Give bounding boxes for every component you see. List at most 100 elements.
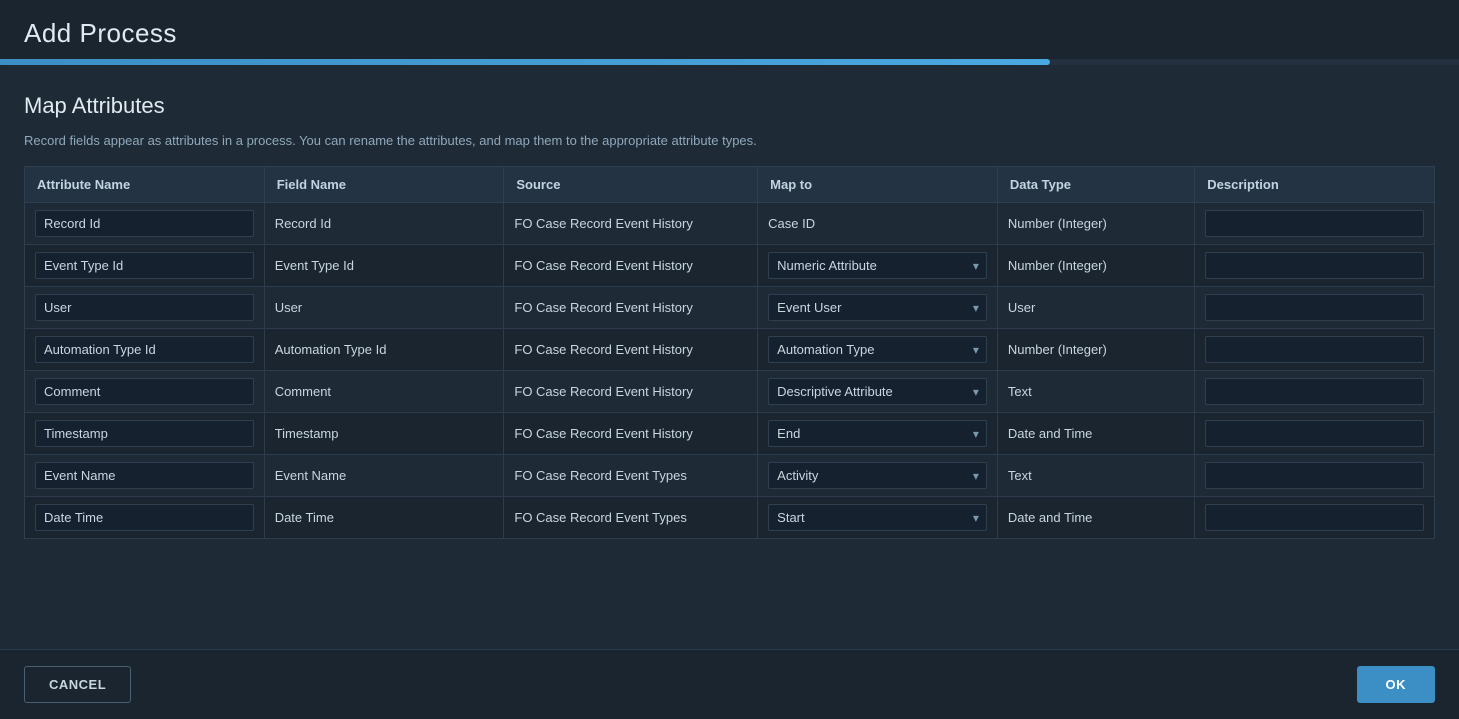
table-row: Record IdFO Case Record Event HistoryCas… <box>25 203 1435 245</box>
map-to-select-wrapper-1: Numeric AttributeCase IDEvent UserAutoma… <box>768 252 987 279</box>
title-bar: Add Process <box>0 0 1459 59</box>
cell-map-to-4: Descriptive AttributeCase IDNumeric Attr… <box>758 371 998 413</box>
cell-attr-name-5 <box>25 413 265 455</box>
table-body: Record IdFO Case Record Event HistoryCas… <box>25 203 1435 539</box>
cell-data-type-6: Text <box>997 455 1194 497</box>
description-input-5[interactable] <box>1205 420 1424 447</box>
attr-name-input-0[interactable] <box>35 210 254 237</box>
attr-name-input-4[interactable] <box>35 378 254 405</box>
col-header-map-to: Map to <box>758 167 998 203</box>
cell-data-type-1: Number (Integer) <box>997 245 1194 287</box>
cell-map-to-7: StartCase IDNumeric AttributeEvent UserA… <box>758 497 998 539</box>
cell-data-type-7: Date and Time <box>997 497 1194 539</box>
table-row: TimestampFO Case Record Event History End… <box>25 413 1435 455</box>
cell-attr-name-1 <box>25 245 265 287</box>
map-to-select-6[interactable]: ActivityCase IDNumeric AttributeEvent Us… <box>768 462 987 489</box>
col-header-description: Description <box>1195 167 1435 203</box>
table-row: Event NameFO Case Record Event Types Acti… <box>25 455 1435 497</box>
description-input-1[interactable] <box>1205 252 1424 279</box>
description-input-2[interactable] <box>1205 294 1424 321</box>
cell-attr-name-6 <box>25 455 265 497</box>
description-input-4[interactable] <box>1205 378 1424 405</box>
description-input-6[interactable] <box>1205 462 1424 489</box>
description-input-7[interactable] <box>1205 504 1424 531</box>
cell-description-0 <box>1195 203 1435 245</box>
cell-description-1 <box>1195 245 1435 287</box>
col-header-field-name: Field Name <box>264 167 504 203</box>
map-to-select-wrapper-4: Descriptive AttributeCase IDNumeric Attr… <box>768 378 987 405</box>
cell-source-5: FO Case Record Event History <box>504 413 758 455</box>
cell-description-7 <box>1195 497 1435 539</box>
cell-description-3 <box>1195 329 1435 371</box>
attr-name-input-7[interactable] <box>35 504 254 531</box>
cell-data-type-2: User <box>997 287 1194 329</box>
cell-field-name-5: Timestamp <box>264 413 504 455</box>
cell-field-name-1: Event Type Id <box>264 245 504 287</box>
description-text: Record fields appear as attributes in a … <box>24 133 1435 148</box>
cell-source-3: FO Case Record Event History <box>504 329 758 371</box>
cell-data-type-3: Number (Integer) <box>997 329 1194 371</box>
col-header-data-type: Data Type <box>997 167 1194 203</box>
description-input-3[interactable] <box>1205 336 1424 363</box>
table-row: Date TimeFO Case Record Event Types Start… <box>25 497 1435 539</box>
cell-map-to-1: Numeric AttributeCase IDEvent UserAutoma… <box>758 245 998 287</box>
cell-map-to-5: EndCase IDNumeric AttributeEvent UserAut… <box>758 413 998 455</box>
cell-attr-name-4 <box>25 371 265 413</box>
page-title: Add Process <box>24 18 1435 49</box>
map-to-select-3[interactable]: Automation TypeCase IDNumeric AttributeE… <box>768 336 987 363</box>
map-to-select-7[interactable]: StartCase IDNumeric AttributeEvent UserA… <box>768 504 987 531</box>
cell-source-4: FO Case Record Event History <box>504 371 758 413</box>
cell-field-name-0: Record Id <box>264 203 504 245</box>
col-header-attr-name: Attribute Name <box>25 167 265 203</box>
cancel-button[interactable]: CANCEL <box>24 666 131 703</box>
cell-data-type-0: Number (Integer) <box>997 203 1194 245</box>
cell-source-1: FO Case Record Event History <box>504 245 758 287</box>
cell-map-to-3: Automation TypeCase IDNumeric AttributeE… <box>758 329 998 371</box>
map-to-select-1[interactable]: Numeric AttributeCase IDEvent UserAutoma… <box>768 252 987 279</box>
cell-field-name-3: Automation Type Id <box>264 329 504 371</box>
map-to-select-wrapper-5: EndCase IDNumeric AttributeEvent UserAut… <box>768 420 987 447</box>
attributes-table: Attribute Name Field Name Source Map to … <box>24 166 1435 539</box>
cell-description-2 <box>1195 287 1435 329</box>
cell-map-to-0: Case ID <box>758 203 998 245</box>
attr-name-input-5[interactable] <box>35 420 254 447</box>
cell-source-7: FO Case Record Event Types <box>504 497 758 539</box>
cell-source-6: FO Case Record Event Types <box>504 455 758 497</box>
cell-source-2: FO Case Record Event History <box>504 287 758 329</box>
cell-attr-name-7 <box>25 497 265 539</box>
table-row: UserFO Case Record Event HistoryEvent Us… <box>25 287 1435 329</box>
cell-field-name-4: Comment <box>264 371 504 413</box>
attr-name-input-6[interactable] <box>35 462 254 489</box>
map-to-select-wrapper-6: ActivityCase IDNumeric AttributeEvent Us… <box>768 462 987 489</box>
cell-data-type-4: Text <box>997 371 1194 413</box>
attr-name-input-3[interactable] <box>35 336 254 363</box>
cell-attr-name-0 <box>25 203 265 245</box>
cell-attr-name-2 <box>25 287 265 329</box>
cell-field-name-7: Date Time <box>264 497 504 539</box>
footer-bar: CANCEL OK <box>0 649 1459 719</box>
cell-description-4 <box>1195 371 1435 413</box>
page-wrapper: Add Process Map Attributes Record fields… <box>0 0 1459 719</box>
cell-description-5 <box>1195 413 1435 455</box>
map-to-select-2[interactable]: Event UserCase IDNumeric AttributeAutoma… <box>768 294 987 321</box>
map-to-select-4[interactable]: Descriptive AttributeCase IDNumeric Attr… <box>768 378 987 405</box>
map-to-select-wrapper-3: Automation TypeCase IDNumeric AttributeE… <box>768 336 987 363</box>
ok-button[interactable]: OK <box>1357 666 1436 703</box>
map-to-select-5[interactable]: EndCase IDNumeric AttributeEvent UserAut… <box>768 420 987 447</box>
cell-source-0: FO Case Record Event History <box>504 203 758 245</box>
attr-name-input-2[interactable] <box>35 294 254 321</box>
cell-field-name-6: Event Name <box>264 455 504 497</box>
cell-data-type-5: Date and Time <box>997 413 1194 455</box>
table-row: Automation Type IdFO Case Record Event H… <box>25 329 1435 371</box>
cell-description-6 <box>1195 455 1435 497</box>
cell-map-to-2: Event UserCase IDNumeric AttributeAutoma… <box>758 287 998 329</box>
table-row: CommentFO Case Record Event History Descr… <box>25 371 1435 413</box>
description-input-0[interactable] <box>1205 210 1424 237</box>
table-header-row: Attribute Name Field Name Source Map to … <box>25 167 1435 203</box>
col-header-source: Source <box>504 167 758 203</box>
attr-name-input-1[interactable] <box>35 252 254 279</box>
section-title: Map Attributes <box>24 93 1435 119</box>
map-to-select-wrapper-7: StartCase IDNumeric AttributeEvent UserA… <box>768 504 987 531</box>
cell-field-name-2: User <box>264 287 504 329</box>
main-content: Map Attributes Record fields appear as a… <box>0 65 1459 649</box>
